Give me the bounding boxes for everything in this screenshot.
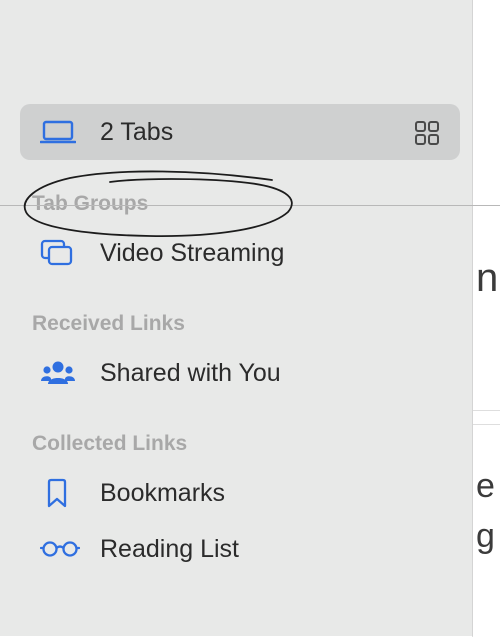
- section-header-received-links: Received Links: [32, 312, 185, 335]
- bookmark-icon: [40, 475, 84, 511]
- shared-people-icon: [40, 355, 84, 391]
- section-header-collected-links: Collected Links: [32, 432, 188, 455]
- sidebar-item-tabs[interactable]: 2 Tabs: [20, 104, 460, 160]
- tab-group-icon: [40, 235, 84, 271]
- sidebar-item-label: 2 Tabs: [100, 117, 174, 146]
- glasses-icon: [40, 531, 84, 567]
- sidebar-item-label: Bookmarks: [100, 478, 226, 507]
- sidebar-item-shared-with-you[interactable]: Shared with You: [20, 345, 460, 401]
- sidebar-item-label: Shared with You: [100, 358, 281, 387]
- horizontal-guide-line: [0, 205, 500, 206]
- sidebar-item-bookmarks[interactable]: Bookmarks: [20, 465, 460, 521]
- background-text-fragment: g: [476, 519, 495, 555]
- section-header-tab-groups: Tab Groups: [32, 192, 149, 215]
- sidebar-item-label: Video Streaming: [100, 238, 285, 267]
- background-text-fragment: n: [476, 258, 499, 300]
- sidebar-item-label: Reading List: [100, 534, 239, 563]
- sidebar-item-reading-list[interactable]: Reading List: [20, 521, 460, 577]
- sidebar: 2 Tabs Tab Groups Video Streaming Receiv…: [0, 0, 473, 636]
- background-text-fragment: e: [476, 469, 495, 505]
- sidebar-item-video-streaming[interactable]: Video Streaming: [20, 225, 460, 281]
- laptop-icon: [40, 114, 84, 150]
- grid-icon[interactable]: [414, 120, 440, 146]
